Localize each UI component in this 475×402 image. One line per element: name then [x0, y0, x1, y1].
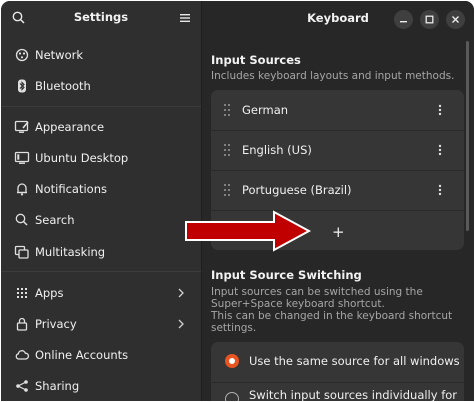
sidebar-header: Settings [1, 1, 201, 34]
more-options-icon[interactable] [437, 103, 443, 117]
input-source-label: Portuguese (Brazil) [242, 183, 352, 197]
sidebar-item-label: Ubuntu Desktop [35, 151, 129, 165]
sidebar-item-network[interactable]: Network [1, 40, 201, 70]
input-source-row[interactable]: English (US) [211, 130, 464, 170]
appearance-icon [14, 119, 30, 135]
sidebar-item-bluetooth[interactable]: Bluetooth [1, 71, 201, 101]
sidebar-item-label: Privacy [35, 317, 77, 331]
radio-selected-icon[interactable] [225, 354, 239, 368]
sidebar-divider [1, 271, 201, 272]
bluetooth-icon [14, 78, 30, 94]
hamburger-menu-icon[interactable] [177, 10, 193, 26]
cloud-icon [14, 347, 30, 363]
plus-icon: + [332, 223, 345, 241]
desktop-icon [14, 150, 30, 166]
more-options-icon[interactable] [437, 143, 443, 157]
sidebar-item-search[interactable]: Search [1, 205, 201, 235]
sidebar-item-label: Online Accounts [35, 348, 129, 362]
sidebar-item-ubuntu-desktop[interactable]: Ubuntu Desktop [1, 143, 201, 173]
scrollbar[interactable] [466, 41, 469, 231]
sidebar-item-apps[interactable]: Apps [1, 278, 201, 308]
switching-title: Input Source Switching [211, 268, 362, 282]
annotation-arrow-icon [185, 210, 312, 252]
bell-icon [14, 181, 30, 197]
option-individual-source[interactable]: Switch input sources individually for ea… [211, 382, 464, 401]
drag-handle-icon[interactable] [223, 103, 231, 117]
sidebar-item-notifications[interactable]: Notifications [1, 174, 201, 204]
switching-subtitle-line: Input sources can be switched using the [211, 286, 423, 298]
input-source-row[interactable]: Portuguese (Brazil) [211, 170, 464, 210]
more-options-icon[interactable] [437, 183, 443, 197]
switching-subtitle-line: This can be changed in the keyboard shor… [211, 310, 453, 322]
search-icon [14, 212, 30, 228]
apps-grid-icon [14, 285, 30, 301]
sidebar-divider [1, 106, 201, 107]
sidebar-item-label: Search [35, 213, 75, 227]
sidebar-item-sharing[interactable]: Sharing [1, 371, 201, 401]
sidebar-item-online-accounts[interactable]: Online Accounts [1, 340, 201, 370]
input-sources-subtitle: Includes keyboard layouts and input meth… [211, 70, 455, 82]
sidebar-item-label: Multitasking [35, 245, 106, 259]
multitasking-icon [14, 244, 30, 260]
sidebar: Settings Network Bluetooth Appearance Ub… [1, 1, 202, 401]
sidebar-item-label: Sharing [35, 379, 80, 393]
sidebar-item-label: Apps [35, 286, 64, 300]
input-source-label: English (US) [242, 143, 312, 157]
main-panel: Keyboard Input Sources Includes keyboard… [202, 1, 474, 401]
drag-handle-icon[interactable] [223, 183, 231, 197]
sidebar-item-label: Network [35, 48, 84, 62]
sidebar-title: Settings [73, 10, 129, 24]
close-button[interactable] [446, 10, 465, 29]
option-same-source[interactable]: Use the same source for all windows [211, 342, 464, 382]
sidebar-item-label: Bluetooth [35, 79, 91, 93]
share-icon [14, 378, 30, 394]
sidebar-item-label: Appearance [35, 120, 105, 134]
close-icon [452, 16, 459, 23]
radio-unselected-icon[interactable] [225, 392, 239, 401]
sidebar-item-label: Notifications [35, 182, 107, 196]
chevron-right-icon [176, 316, 186, 332]
option-label: Use the same source for all windows [249, 354, 460, 368]
switching-subtitle-line: settings. [211, 322, 257, 334]
maximize-button[interactable] [420, 10, 439, 29]
settings-window: Settings Network Bluetooth Appearance Ub… [1, 1, 474, 401]
input-source-row[interactable]: German [211, 90, 464, 130]
sidebar-item-multitasking[interactable]: Multitasking [1, 237, 201, 267]
sidebar-item-appearance[interactable]: Appearance [1, 112, 201, 142]
minimize-icon [400, 21, 407, 23]
switching-options: Use the same source for all windows Swit… [211, 342, 464, 401]
lock-icon [14, 316, 30, 332]
input-sources-title: Input Sources [211, 53, 301, 67]
sidebar-item-privacy[interactable]: Privacy [1, 309, 201, 339]
drag-handle-icon[interactable] [223, 143, 231, 157]
minimize-button[interactable] [394, 10, 413, 29]
option-label: Switch input sources individually for ea… [249, 388, 458, 401]
input-source-label: German [242, 103, 289, 117]
chevron-right-icon [176, 285, 186, 301]
maximize-icon [425, 15, 434, 24]
switching-subtitle-line: Super+Space keyboard shortcut. [211, 298, 385, 310]
network-icon [14, 47, 30, 63]
